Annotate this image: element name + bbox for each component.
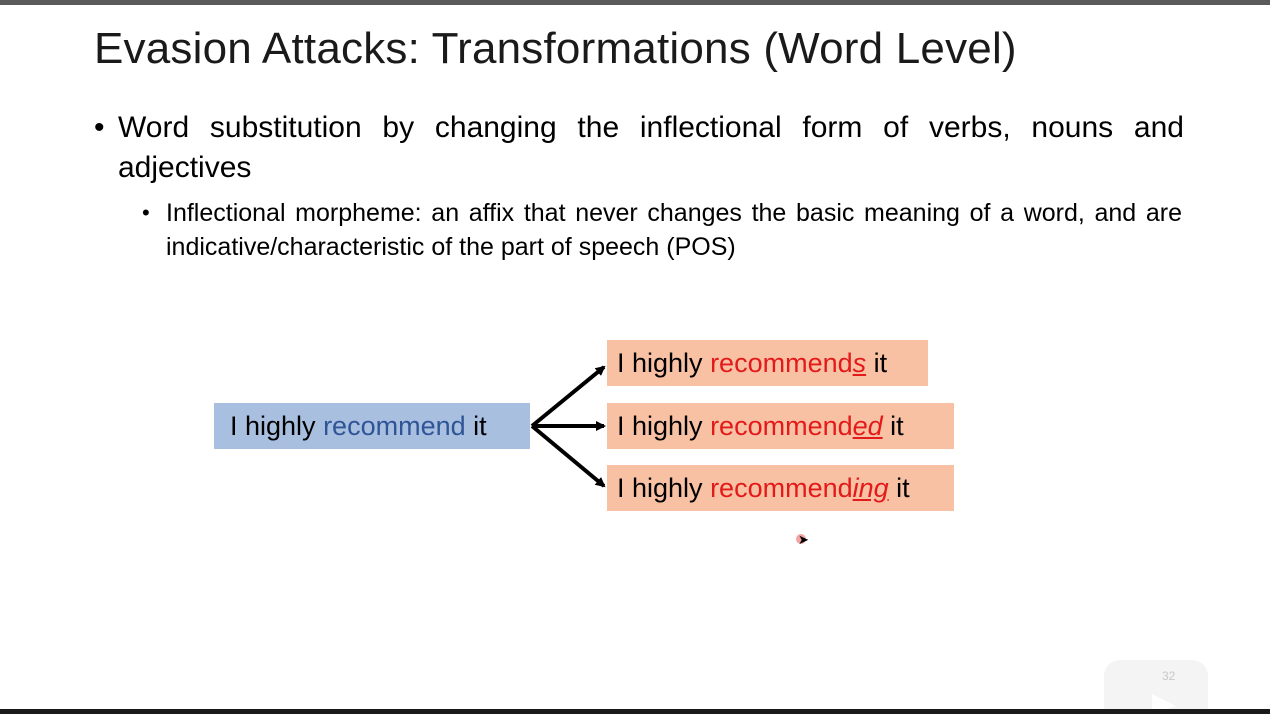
target-affix: ed <box>852 411 883 441</box>
cursor-arrow-icon: ➤ <box>798 532 809 547</box>
play-icon[interactable] <box>1104 660 1208 714</box>
target-affix: ing <box>852 473 889 503</box>
target-suffix: it <box>882 411 904 441</box>
target-stem: recommend <box>710 348 853 378</box>
page-number: 32 <box>1162 669 1176 683</box>
target-sentence-box-ing: I highly recommending it <box>607 465 954 511</box>
target-prefix: I highly <box>617 348 711 378</box>
target-prefix: I highly <box>617 411 711 441</box>
target-sentence-box-s: I highly recommends it <box>607 340 928 386</box>
target-stem: recommend <box>710 411 853 441</box>
target-prefix: I highly <box>617 473 711 503</box>
target-suffix: it <box>888 473 910 503</box>
target-affix: s <box>852 348 867 378</box>
window-bottom-bar <box>0 709 1270 714</box>
video-player-overlay-icon[interactable] <box>1104 660 1208 714</box>
arrow-to-ing <box>530 424 606 488</box>
target-stem: recommend <box>710 473 853 503</box>
target-sentence-box-ed: I highly recommended it <box>607 403 954 449</box>
arrow-to-s <box>530 365 606 428</box>
target-suffix: it <box>866 348 888 378</box>
